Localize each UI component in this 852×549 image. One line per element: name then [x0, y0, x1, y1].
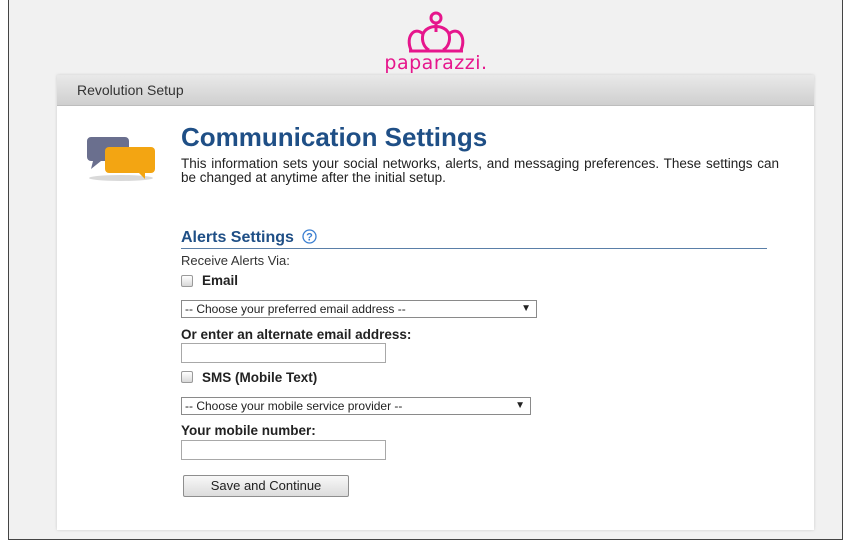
- alternate-email-label: Or enter an alternate email address:: [181, 327, 412, 342]
- mobile-provider-select[interactable]: -- Choose your mobile service provider -…: [181, 397, 531, 415]
- crown-logo-icon: [407, 11, 465, 53]
- paparazzi-logo: paparazzi.: [371, 10, 501, 74]
- svg-text:?: ?: [307, 232, 314, 244]
- alerts-heading-text: Alerts Settings: [181, 229, 294, 246]
- app-frame: paparazzi. Revolution Setup Communicatio…: [8, 0, 843, 540]
- page-title: Communication Settings: [181, 122, 488, 152]
- dropdown-arrow-icon: ▼: [515, 400, 525, 411]
- provider-select-value: -- Choose your mobile service provider -…: [185, 399, 403, 413]
- chat-bubbles-icon: [87, 137, 155, 181]
- save-and-continue-button[interactable]: Save and Continue: [183, 475, 349, 497]
- email-select-value: -- Choose your preferred email address -…: [185, 302, 406, 316]
- help-icon[interactable]: ?: [302, 229, 318, 244]
- receive-alerts-label: Receive Alerts Via:: [181, 253, 290, 268]
- sms-checkbox[interactable]: [181, 371, 193, 383]
- dropdown-arrow-icon: ▼: [521, 303, 531, 314]
- alternate-email-input[interactable]: [181, 343, 386, 363]
- setup-panel: Revolution Setup Communication Settings …: [57, 75, 814, 530]
- logo-wordmark: paparazzi.: [384, 52, 488, 74]
- sms-checkbox-label: SMS (Mobile Text): [202, 370, 318, 385]
- mobile-number-input[interactable]: [181, 440, 386, 460]
- page-description: This information sets your social networ…: [181, 156, 779, 185]
- panel-header: Revolution Setup: [57, 75, 814, 106]
- mobile-number-label: Your mobile number:: [181, 423, 316, 438]
- email-address-select[interactable]: -- Choose your preferred email address -…: [181, 300, 537, 318]
- email-checkbox-label: Email: [202, 273, 239, 288]
- alerts-settings-heading: Alerts Settings ?: [181, 229, 767, 249]
- email-checkbox[interactable]: [181, 275, 193, 287]
